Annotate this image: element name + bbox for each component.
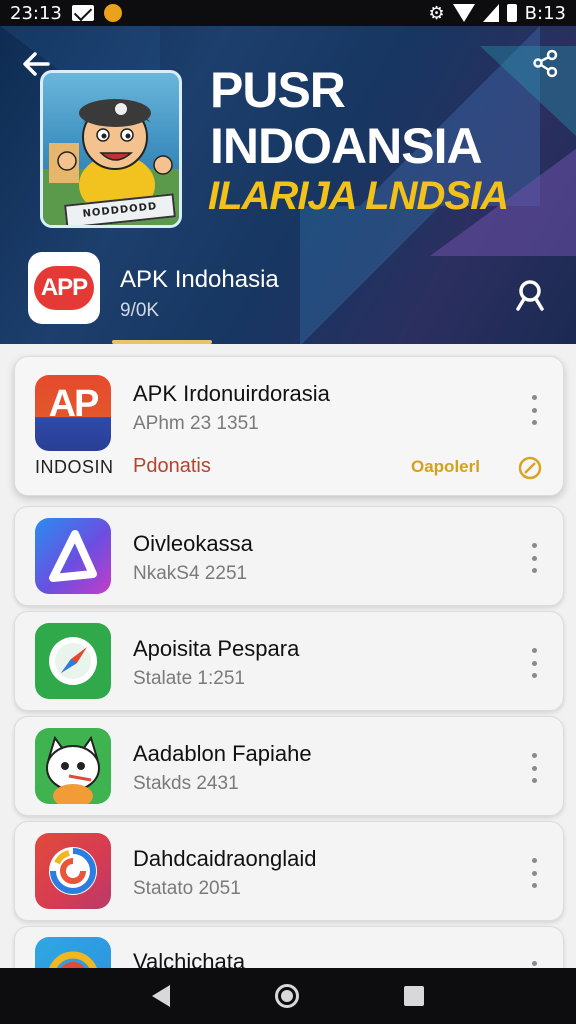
compass-logo-icon bbox=[49, 637, 97, 685]
app-count: 9/0K bbox=[120, 300, 160, 321]
overflow-menu-icon[interactable] bbox=[527, 961, 541, 968]
ring-logo-icon bbox=[49, 951, 97, 968]
app-subtitle: Stalate 1:251 bbox=[133, 668, 245, 689]
list-item[interactable]: Aadablon Fapiahe Stakds 2431 bbox=[14, 716, 564, 816]
swirl-logo-icon bbox=[49, 847, 97, 895]
search-icon[interactable] bbox=[512, 276, 550, 314]
decor-shard bbox=[480, 46, 576, 136]
app-logo-badge: APP bbox=[34, 266, 94, 310]
app-title: Oivleokassa bbox=[133, 531, 253, 556]
app-subtitle: Stakds 2431 bbox=[133, 773, 239, 794]
app-title: APK Irdonuirdorasia bbox=[133, 381, 330, 406]
action-label[interactable]: Oapolerl bbox=[411, 457, 480, 477]
hero-title-line2: INDOANSIA bbox=[210, 118, 483, 174]
nav-back-icon[interactable] bbox=[152, 985, 171, 1007]
decor-shard bbox=[300, 206, 440, 344]
app-icon-text: AP bbox=[48, 383, 100, 425]
hero-title: PUSR INDOANSIA bbox=[210, 62, 483, 174]
nav-recents-icon[interactable] bbox=[403, 986, 424, 1006]
compass-icon[interactable] bbox=[517, 455, 543, 481]
mail-icon bbox=[71, 5, 94, 21]
app-name: APK Indohasia bbox=[120, 266, 279, 293]
signal-icon bbox=[482, 4, 499, 22]
list-item[interactable]: Valchichata bbox=[14, 926, 564, 968]
app-title: Valchichata bbox=[133, 949, 246, 968]
tab-indicator bbox=[112, 340, 212, 344]
app-icon bbox=[35, 623, 111, 699]
app-subtitle: Statato 2051 bbox=[133, 878, 241, 899]
brand-label: INDOSIN bbox=[35, 457, 114, 477]
app-title: Apoisita Pespara bbox=[133, 636, 300, 661]
app-icon: AP bbox=[35, 375, 111, 451]
list-item[interactable]: Dahdcaidraonglaid Statato 2051 bbox=[14, 821, 564, 921]
triangle-logo-icon bbox=[49, 530, 97, 582]
app-icon bbox=[35, 728, 111, 804]
nav-home-icon[interactable] bbox=[274, 984, 299, 1008]
system-nav-bar bbox=[0, 968, 576, 1024]
app-title: Dahdcaidraonglaid bbox=[133, 846, 317, 871]
app-subtitle: NkakS4 2251 bbox=[133, 563, 248, 584]
app-icon bbox=[35, 937, 111, 968]
share-icon[interactable] bbox=[530, 48, 560, 78]
app-list: AP APK Irdonuirdorasia APhm 23 1351 INDO… bbox=[0, 354, 576, 968]
coin-icon bbox=[103, 4, 122, 22]
app-header-banner: NODDDODD PUSR INDOANSIA ILARIJA LNDSIA A… bbox=[0, 26, 576, 344]
battery-icon bbox=[506, 4, 517, 22]
overflow-menu-icon[interactable] bbox=[527, 395, 541, 425]
status-time-right: B:13 bbox=[524, 2, 566, 24]
overflow-menu-icon[interactable] bbox=[527, 648, 541, 678]
list-item[interactable]: Oivleokassa NkakS4 2251 bbox=[14, 506, 564, 606]
app-icon bbox=[35, 833, 111, 909]
hero-subtitle: ILARIJA LNDSIA bbox=[208, 174, 509, 218]
app-title: Aadablon Fapiahe bbox=[133, 741, 312, 766]
list-item[interactable]: Apoisita Pespara Stalate 1:251 bbox=[14, 611, 564, 711]
overflow-menu-icon[interactable] bbox=[527, 858, 541, 888]
status-bar: 23:13 ⚙ B:13 bbox=[0, 0, 576, 26]
hero-illustration: NODDDODD bbox=[40, 70, 182, 228]
overflow-menu-icon[interactable] bbox=[527, 543, 541, 573]
app-icon bbox=[35, 518, 111, 594]
app-logo: APP bbox=[28, 252, 100, 324]
overflow-menu-icon[interactable] bbox=[527, 753, 541, 783]
cat-mascot-icon bbox=[46, 735, 100, 804]
settings-icon: ⚙ bbox=[428, 2, 445, 24]
hero-title-line1: PUSR bbox=[210, 62, 346, 118]
list-item-featured[interactable]: AP APK Irdonuirdorasia APhm 23 1351 INDO… bbox=[14, 356, 564, 496]
app-subtitle: APhm 23 1351 bbox=[133, 413, 259, 434]
wifi-icon bbox=[452, 4, 475, 22]
category-label[interactable]: Pdonatis bbox=[133, 455, 211, 478]
status-time-left: 23:13 bbox=[10, 2, 62, 24]
